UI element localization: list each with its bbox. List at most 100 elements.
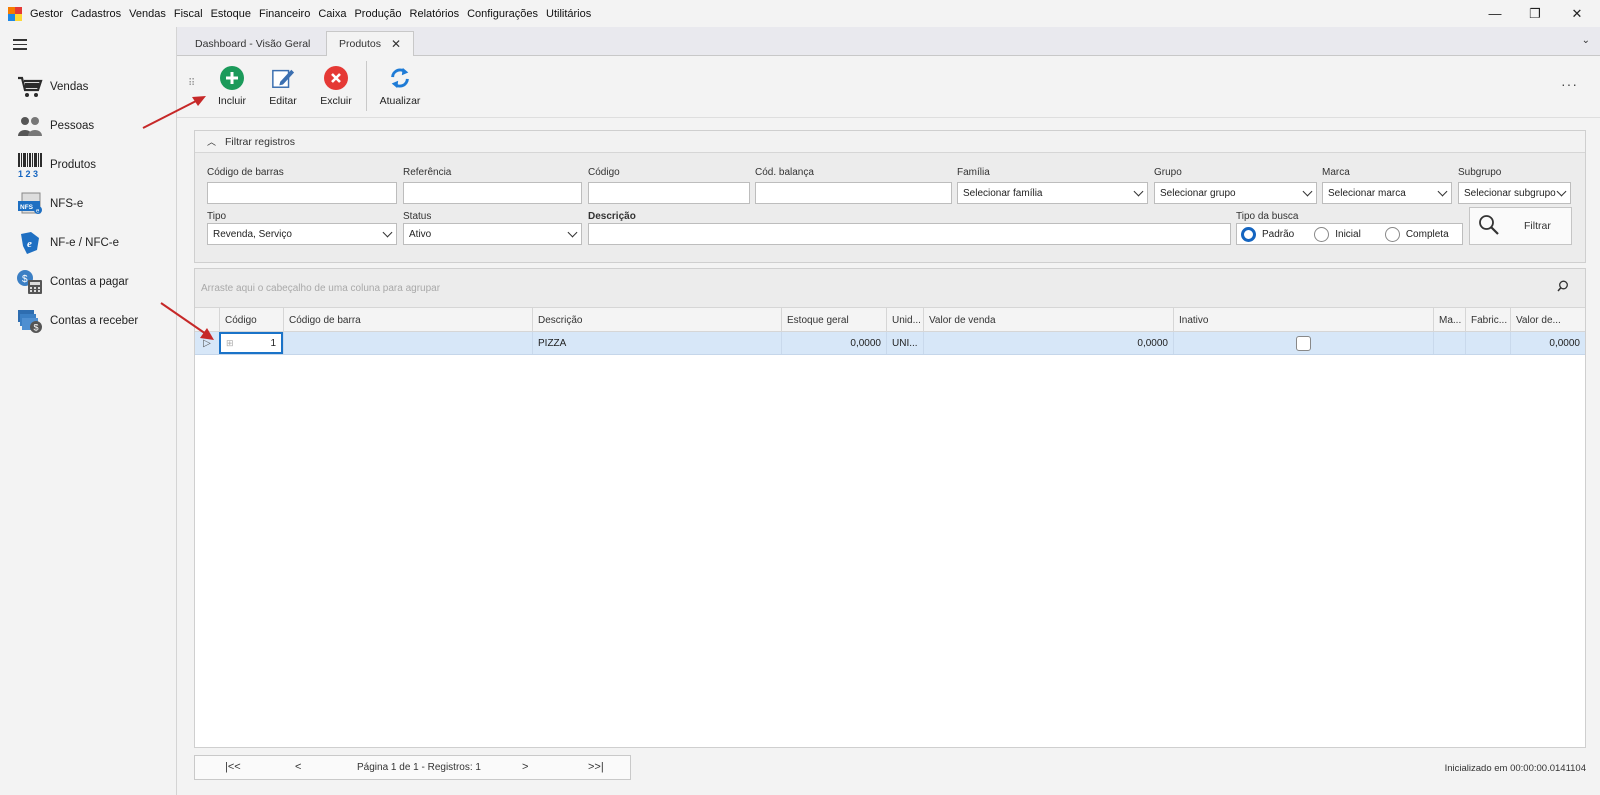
- radio-empty-icon: [1314, 226, 1330, 242]
- menu-vendas[interactable]: Vendas: [125, 8, 170, 20]
- nfe-icon: e: [16, 229, 44, 257]
- codigo-input[interactable]: [588, 182, 750, 204]
- group-by-area[interactable]: Arraste aqui o cabeçalho de uma coluna p…: [195, 269, 1585, 307]
- subgrupo-value: Selecionar subgrupo: [1464, 187, 1556, 199]
- column-header-descricao[interactable]: Descrição: [532, 308, 781, 332]
- marca-select[interactable]: Selecionar marca: [1322, 182, 1452, 204]
- grupo-label: Grupo: [1154, 167, 1182, 178]
- close-window-button[interactable]: ✕: [1554, 0, 1600, 27]
- grupo-value: Selecionar grupo: [1160, 187, 1236, 199]
- tipo-busca-label: Tipo da busca: [1236, 211, 1299, 222]
- radio-empty-icon: [1384, 226, 1400, 242]
- tipo-select[interactable]: Revenda, Serviço: [207, 223, 397, 245]
- column-header-marca[interactable]: Ma...: [1433, 308, 1465, 332]
- menu-producao[interactable]: Produção: [350, 8, 405, 20]
- column-header-inativo[interactable]: Inativo: [1173, 308, 1433, 332]
- atualizar-button[interactable]: Atualizar: [374, 66, 426, 111]
- menu-relatorios[interactable]: Relatórios: [406, 8, 464, 20]
- sidebar-item-nfe-nfce[interactable]: e NF-e / NFC-e: [16, 226, 171, 260]
- radio-label: Inicial: [1335, 228, 1361, 240]
- descricao-input[interactable]: [588, 223, 1231, 245]
- column-header-codigo-barra[interactable]: Código de barra: [283, 308, 532, 332]
- grupo-select[interactable]: Selecionar grupo: [1154, 182, 1317, 204]
- sidebar-item-contas-pagar[interactable]: $ Contas a pagar: [16, 265, 171, 299]
- menu-gestor[interactable]: Gestor: [26, 8, 67, 20]
- sidebar-item-label: Contas a receber: [50, 315, 139, 327]
- column-header-valor-de[interactable]: Valor de...: [1510, 308, 1585, 332]
- codigo-barras-input[interactable]: [207, 182, 397, 204]
- menu-utilitarios[interactable]: Utilitários: [542, 8, 595, 20]
- familia-select[interactable]: Selecionar família: [957, 182, 1148, 204]
- referencia-label: Referência: [403, 167, 452, 178]
- radio-label: Padrão: [1262, 228, 1295, 240]
- column-header-valor-venda[interactable]: Valor de venda: [923, 308, 1173, 332]
- toolbar-grip-icon[interactable]: ⠿: [188, 78, 195, 89]
- refresh-icon: [388, 66, 412, 90]
- svg-text:$: $: [34, 323, 39, 333]
- menu-configuracoes[interactable]: Configurações: [463, 8, 542, 20]
- annotation-arrow-icon: [160, 302, 214, 340]
- radio-padrao[interactable]: Padrão: [1241, 226, 1295, 242]
- status-select[interactable]: Ativo: [403, 223, 582, 245]
- column-header-codigo[interactable]: Código: [219, 308, 283, 332]
- filter-panel: ︿ Filtrar registros Código de barras Ref…: [194, 130, 1586, 263]
- restore-button[interactable]: ❐: [1512, 0, 1558, 27]
- table-row[interactable]: ▷ ⊞ 1 PIZZA 0,0000 UNI... 0,0000 0,0000: [195, 332, 1585, 355]
- column-header-unidade[interactable]: Unid...: [886, 308, 923, 332]
- menu-financeiro[interactable]: Financeiro: [255, 8, 314, 20]
- sidebar-item-nfse[interactable]: NFS e NFS-e: [16, 187, 171, 221]
- editar-button[interactable]: Editar: [261, 66, 305, 111]
- next-page-button[interactable]: >: [522, 761, 528, 773]
- filter-header[interactable]: ︿ Filtrar registros: [195, 131, 1585, 153]
- last-page-button[interactable]: >>|: [588, 761, 604, 773]
- svg-text:e: e: [27, 238, 32, 250]
- expand-plus-icon[interactable]: ⊞: [226, 338, 234, 349]
- cell-unidade[interactable]: UNI...: [886, 332, 923, 354]
- close-tab-icon[interactable]: ✕: [391, 37, 401, 51]
- cell-estoque-geral[interactable]: 0,0000: [781, 332, 886, 354]
- cell-valor-venda[interactable]: 0,0000: [923, 332, 1173, 354]
- inativo-checkbox[interactable]: [1296, 335, 1311, 351]
- radio-inicial[interactable]: Inicial: [1314, 226, 1361, 242]
- edit-icon: [271, 66, 295, 90]
- search-icon[interactable]: [1557, 280, 1569, 295]
- more-options-icon[interactable]: ···: [1561, 76, 1578, 92]
- menu-bar: Gestor Cadastros Vendas Fiscal Estoque F…: [0, 0, 1600, 27]
- subgrupo-select[interactable]: Selecionar subgrupo: [1458, 182, 1571, 204]
- hamburger-menu-icon[interactable]: [13, 39, 27, 50]
- menu-caixa[interactable]: Caixa: [314, 8, 350, 20]
- cell-descricao[interactable]: PIZZA: [532, 332, 781, 354]
- cod-balanca-input[interactable]: [755, 182, 952, 204]
- descricao-label: Descrição: [588, 211, 636, 222]
- sidebar-item-produtos[interactable]: 1 2 3 Produtos: [16, 148, 171, 182]
- cell-marca[interactable]: [1433, 332, 1465, 354]
- filtrar-button[interactable]: Filtrar: [1469, 207, 1572, 245]
- tab-produtos[interactable]: Produtos ✕: [326, 31, 415, 56]
- sidebar-item-label: NF-e / NFC-e: [50, 237, 119, 249]
- excluir-button[interactable]: Excluir: [314, 66, 358, 111]
- radio-completa[interactable]: Completa: [1384, 226, 1449, 242]
- tabs-dropdown-icon[interactable]: ⌄: [1582, 35, 1590, 46]
- familia-value: Selecionar família: [963, 187, 1043, 199]
- incluir-button[interactable]: Incluir: [210, 66, 254, 111]
- radio-selected-icon: [1241, 226, 1256, 242]
- tab-dashboard[interactable]: Dashboard - Visão Geral: [183, 31, 322, 56]
- cell-fabricante[interactable]: [1465, 332, 1510, 354]
- first-page-button[interactable]: |<<: [225, 761, 241, 773]
- referencia-input[interactable]: [403, 182, 582, 204]
- menu-cadastros[interactable]: Cadastros: [67, 8, 125, 20]
- bill-pay-icon: $: [16, 268, 44, 296]
- sidebar-item-contas-receber[interactable]: $ Contas a receber: [16, 304, 171, 338]
- menu-estoque[interactable]: Estoque: [207, 8, 255, 20]
- cell-codigo[interactable]: ⊞ 1: [219, 332, 283, 354]
- cell-inativo[interactable]: [1173, 332, 1433, 354]
- cell-codigo-barra[interactable]: [283, 332, 532, 354]
- column-header-fabricante[interactable]: Fabric...: [1465, 308, 1510, 332]
- sidebar-item-label: Pessoas: [50, 120, 95, 132]
- cell-valor-de[interactable]: 0,0000: [1510, 332, 1585, 354]
- menu-fiscal[interactable]: Fiscal: [170, 8, 207, 20]
- familia-label: Família: [957, 167, 990, 178]
- people-icon: [16, 112, 44, 140]
- prev-page-button[interactable]: <: [295, 761, 301, 773]
- column-header-estoque-geral[interactable]: Estoque geral: [781, 308, 886, 332]
